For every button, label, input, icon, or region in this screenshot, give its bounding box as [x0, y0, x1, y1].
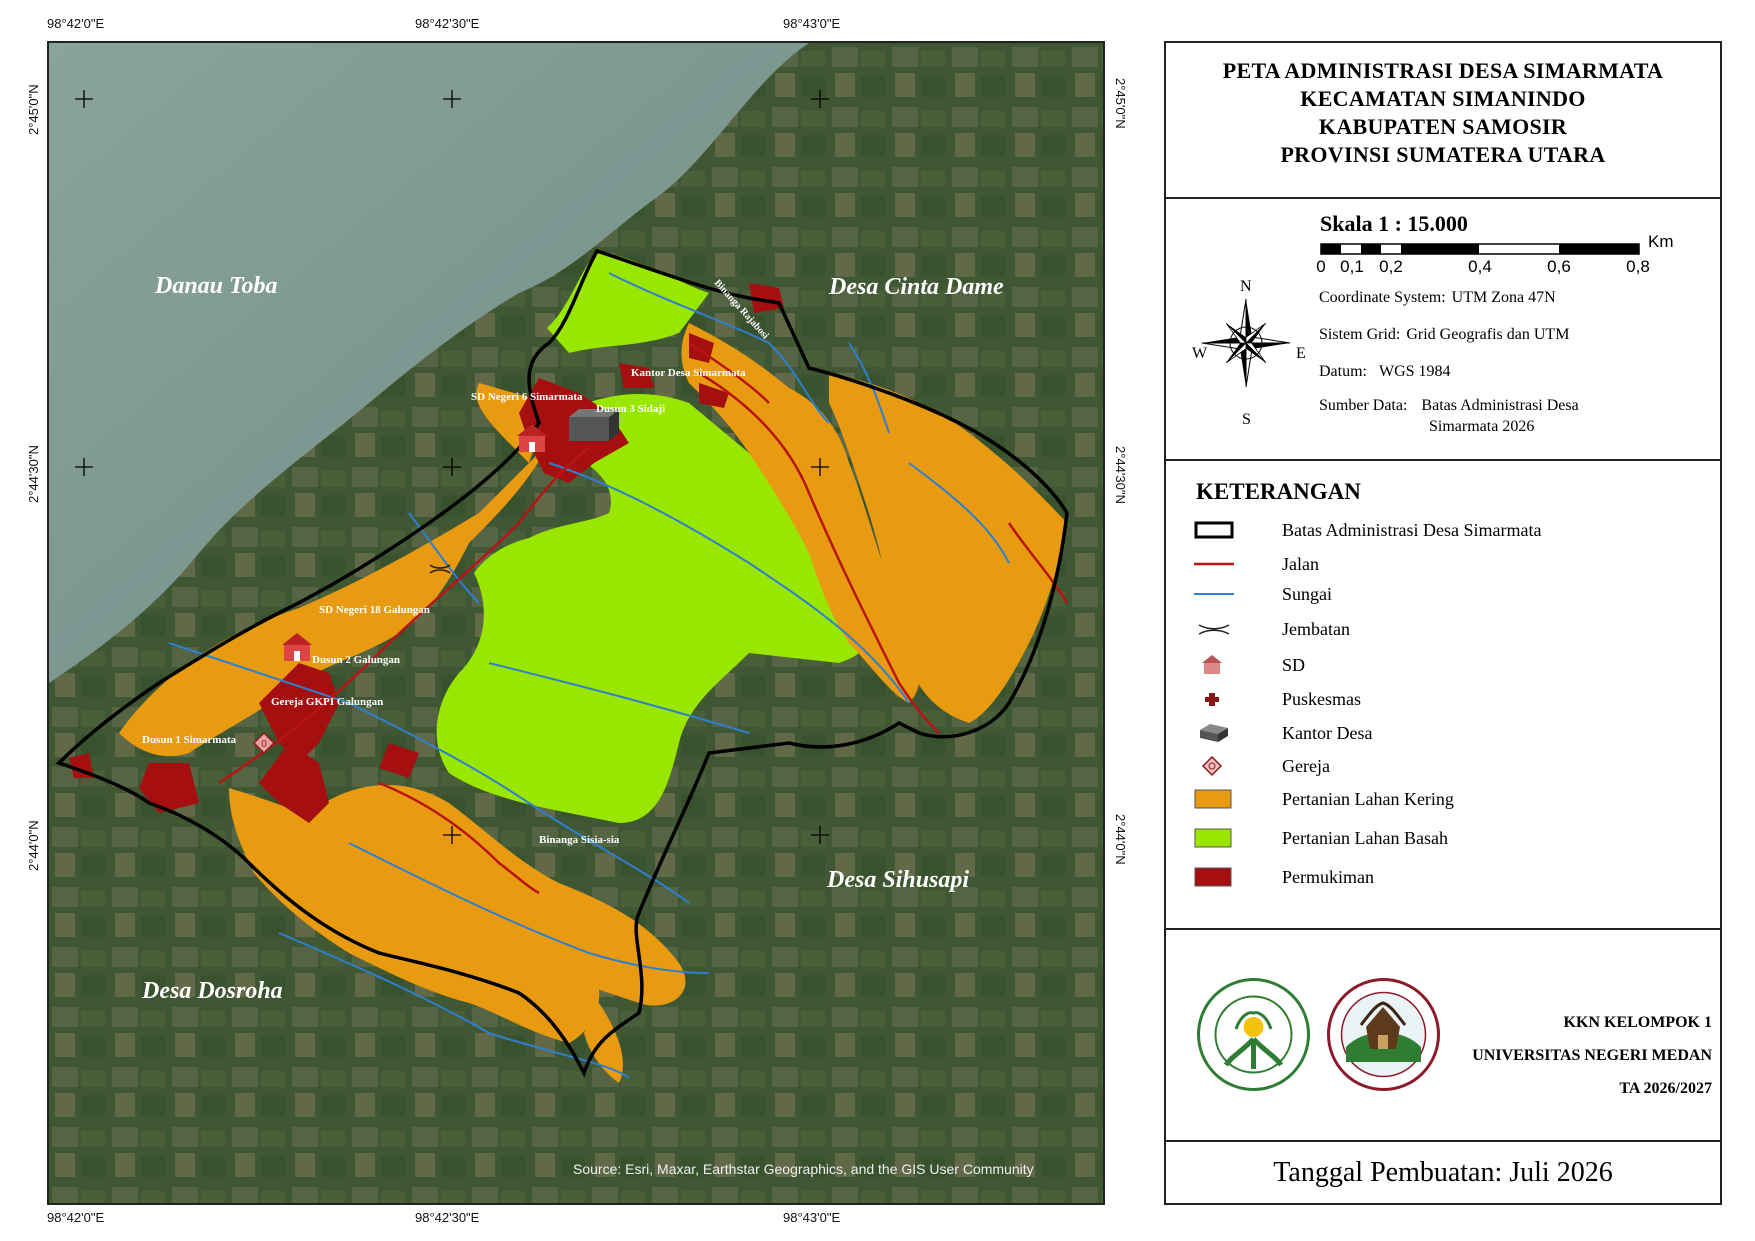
scale-label-2: 0,2 [1379, 257, 1403, 276]
scale-label-5: 0,8 [1626, 257, 1650, 276]
road-line-icon [1194, 562, 1234, 566]
legend-item-river: Sungai [1194, 579, 1332, 609]
legend-item-gereja: Gereja [1194, 751, 1330, 781]
info-source-cont: Simarmata 2026 [1429, 418, 1535, 435]
logo-panel: KKN KELOMPOK 1 UNIVERSITAS NEGERI MEDAN … [1164, 928, 1722, 1142]
top-coord-3: 98°43'0"E [783, 16, 841, 31]
office-building-icon [1200, 724, 1228, 742]
scale-title: Skala 1 : 15.000 [1320, 211, 1468, 236]
legend-item-road: Jalan [1194, 549, 1319, 579]
title-line-4: PROVINSI SUMATERA UTARA [1280, 142, 1606, 167]
legend-title: KETERANGAN [1196, 479, 1361, 504]
boundary-icon [1194, 521, 1234, 539]
legend-panel: KETERANGAN Batas Administrasi Desa Simar… [1164, 459, 1722, 930]
date-panel: Tanggal Pembuatan: Juli 2026 [1164, 1140, 1722, 1205]
bottom-coord-2: 98°42'30"E [415, 1210, 480, 1225]
legend-item-bridge: Jembatan [1194, 614, 1350, 644]
label-desa-cinta-dame: Desa Cinta Dame [828, 274, 1004, 300]
scale-label-1: 0,1 [1340, 257, 1364, 276]
bridge-icon [1198, 624, 1230, 635]
right-coord-1: 2°45'0"N [1113, 78, 1128, 129]
right-coord-2: 2°44'30"N [1113, 446, 1128, 504]
wet-farm-swatch [1194, 828, 1232, 848]
bottom-coord-1: 98°42'0"E [47, 1210, 105, 1225]
church-icon [1201, 755, 1223, 777]
info-grid-system: Sistem Grid: Grid Geografis dan UTM [1319, 326, 1570, 343]
left-coord-1: 2°45'0"N [26, 84, 41, 135]
unimed-logo-icon [1197, 978, 1310, 1091]
label-dusun-1: Dusun 1 Simarmata [142, 734, 237, 746]
map-frame[interactable]: 0 Danau Toba Desa Cinta Dame Desa Sihusa… [47, 41, 1105, 1205]
info-panel: Skala 1 : 15.000 Km 0 0,1 0,2 0,4 0,6 0,… [1164, 197, 1722, 461]
org-line-2: UNIVERSITAS NEGERI MEDAN [1472, 1047, 1712, 1064]
label-desa-dosroha: Desa Dosroha [141, 978, 283, 1004]
label-danau-toba: Danau Toba [154, 273, 277, 299]
info-coordinate-system: Coordinate System: UTM Zona 47N [1319, 289, 1556, 306]
scale-label-4: 0,6 [1547, 257, 1571, 276]
org-line-1: KKN KELOMPOK 1 [1563, 1014, 1712, 1031]
legend-item-boundary: Batas Administrasi Desa Simarmata [1194, 515, 1541, 545]
top-coord-1: 98°42'0"E [47, 16, 105, 31]
title-panel: PETA ADMINISTRASI DESA SIMARMATA KECAMAT… [1164, 41, 1722, 199]
left-coord-3: 2°44'0"N [26, 820, 41, 871]
title-line-1: PETA ADMINISTRASI DESA SIMARMATA [1222, 58, 1664, 83]
scale-label-3: 0,4 [1468, 257, 1492, 276]
label-dusun-3: Dusun 3 Sidaji [596, 403, 665, 415]
legend-item-school: SD [1194, 650, 1305, 680]
dry-farm-swatch [1194, 789, 1232, 809]
label-sd-negeri-6: SD Negeri 6 Simarmata [471, 391, 583, 403]
label-sd-negeri-18: SD Negeri 18 Galungan [319, 604, 430, 616]
creation-date: Tanggal Pembuatan: Juli 2026 [1273, 1157, 1613, 1188]
info-source: Sumber Data: Batas Administrasi Desa [1319, 397, 1579, 414]
top-coord-2: 98°42'30"E [415, 16, 480, 31]
compass-e: E [1296, 345, 1306, 362]
legend-item-kantor: Kantor Desa [1194, 718, 1372, 748]
compass-rose-icon [1201, 298, 1291, 388]
kkn-desa-simarmata-logo-icon [1327, 978, 1440, 1091]
compass-n: N [1240, 278, 1252, 295]
label-dusun-2: Dusun 2 Galungan [312, 654, 400, 666]
right-coord-3: 2°44'0"N [1113, 814, 1128, 865]
info-datum: Datum: WGS 1984 [1319, 363, 1451, 380]
title-line-3: KABUPATEN SAMOSIR [1318, 114, 1568, 139]
scale-bar [1320, 243, 1640, 255]
compass-w: W [1192, 345, 1208, 362]
label-gereja-gkpi: Gereja GKPI Galungan [271, 696, 383, 708]
health-cross-icon [1205, 693, 1219, 706]
compass-s: S [1242, 411, 1251, 428]
river-line-icon [1194, 593, 1234, 595]
school-icon [1202, 655, 1222, 674]
legend-item-puskesmas: Puskesmas [1194, 684, 1361, 714]
title-line-2: KECAMATAN SIMANINDO [1300, 86, 1586, 111]
label-desa-sihusapi: Desa Sihusapi [826, 867, 969, 893]
scale-label-0: 0 [1316, 257, 1326, 276]
legend-item-wet-farm: Pertanian Lahan Basah [1194, 823, 1448, 853]
label-kantor-desa: Kantor Desa Simarmata [631, 367, 746, 379]
left-coord-2: 2°44'30"N [26, 445, 41, 503]
legend-item-dry-farm: Pertanian Lahan Kering [1194, 784, 1454, 814]
bottom-coord-3: 98°43'0"E [783, 1210, 841, 1225]
org-line-3: TA 2026/2027 [1619, 1080, 1712, 1097]
scale-unit: Km [1648, 232, 1674, 251]
svg-text:0: 0 [261, 739, 267, 750]
map-source-credit: Source: Esri, Maxar, Earthstar Geographi… [573, 1161, 1034, 1177]
map-canvas[interactable]: 0 Danau Toba Desa Cinta Dame Desa Sihusa… [49, 43, 1103, 1203]
settlement-swatch [1194, 867, 1232, 887]
label-binanga-sisia-sia: Binanga Sisia-sia [539, 834, 620, 846]
legend-item-settlement: Permukiman [1194, 862, 1374, 892]
